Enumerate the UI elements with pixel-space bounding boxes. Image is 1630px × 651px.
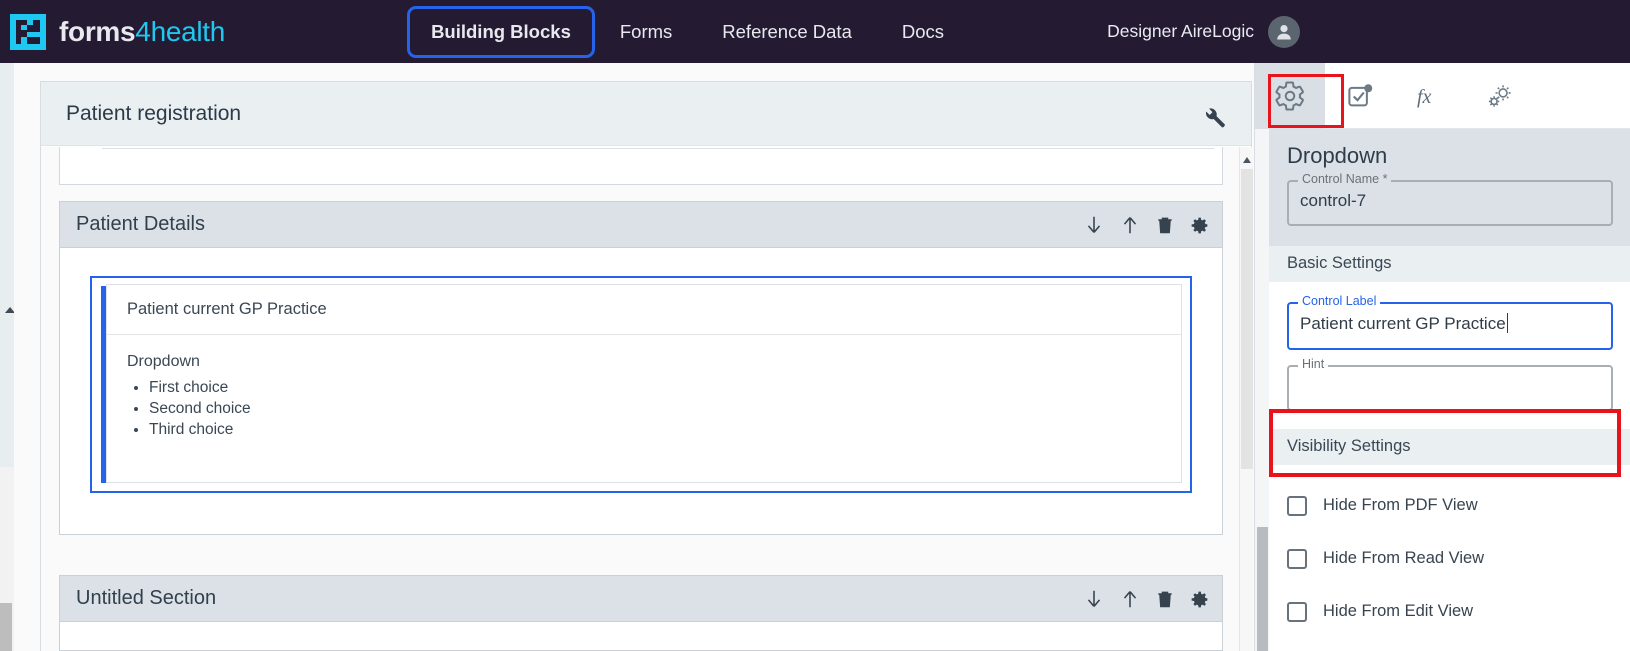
canvas-scrollbar[interactable]: [1239, 147, 1253, 651]
brand-wordmark: forms4health: [59, 16, 225, 48]
control-name-field[interactable]: Control Name * control-7: [1287, 172, 1613, 226]
text-cursor: [1506, 313, 1509, 333]
checkbox-hide-from-edit-view[interactable]: Hide From Edit View: [1269, 585, 1630, 638]
checkbox-label: Hide From Read View: [1323, 549, 1485, 567]
control-name-label: Control Name *: [1298, 172, 1392, 186]
delete-icon[interactable]: [1155, 214, 1175, 236]
checkbox-label: Hide From Edit View: [1323, 602, 1474, 620]
basic-settings-header: Basic Settings: [1269, 246, 1630, 282]
checkbox-hide-from-read-view[interactable]: Hide From Read View: [1269, 532, 1630, 585]
page-title: Patient registration: [66, 101, 242, 125]
control-preview-type: Dropdown: [127, 353, 200, 370]
settings-gear-icon[interactable]: [1189, 215, 1210, 236]
control-choice-list: First choice Second choice Third choice: [149, 377, 1181, 440]
section-title: Untitled Section: [76, 587, 217, 609]
delete-icon[interactable]: [1155, 588, 1175, 610]
control-preview: Patient current GP Practice Dropdown Fir…: [106, 284, 1182, 483]
control-label-value[interactable]: Patient current GP Practice: [1300, 313, 1509, 334]
form-card: Patient registration Patient Details Pat…: [40, 81, 1253, 651]
hint-box: [1287, 365, 1613, 411]
top-navigation-bar: forms4health Building Blocks Forms Refer…: [0, 0, 1630, 63]
move-down-icon[interactable]: [1083, 214, 1105, 236]
settings-gear-icon[interactable]: [1189, 589, 1210, 610]
move-down-icon[interactable]: [1083, 588, 1105, 610]
basic-settings-fields: Control Label Patient current GP Practic…: [1269, 282, 1630, 415]
move-up-icon[interactable]: [1119, 588, 1141, 610]
section-body: Patient current GP Practice Dropdown Fir…: [60, 248, 1222, 523]
panel-content: Dropdown Control Name * control-7 Basic …: [1269, 129, 1630, 638]
wrench-icon[interactable]: [1201, 104, 1227, 135]
move-up-icon[interactable]: [1119, 214, 1141, 236]
properties-gear-icon[interactable]: [1255, 62, 1325, 129]
validation-checkbox-icon[interactable]: [1325, 63, 1395, 129]
checkbox-label: Hide From PDF View: [1323, 496, 1478, 514]
panel-scroll-region: Dropdown Control Name * control-7 Basic …: [1255, 129, 1630, 651]
checkbox-hide-from-pdf-view[interactable]: Hide From PDF View: [1269, 479, 1630, 532]
form-canvas: Patient registration Patient Details Pat…: [14, 63, 1254, 651]
checkbox-icon[interactable]: [1287, 601, 1307, 622]
list-item: Second choice: [149, 398, 1181, 419]
nav-link-docs[interactable]: Docs: [877, 5, 969, 59]
section-title: Patient Details: [76, 213, 205, 235]
brand-word-forms: forms: [59, 15, 136, 47]
section-header: Untitled Section: [60, 576, 1222, 622]
hint-caption: Hint: [1298, 357, 1329, 371]
scroll-up-arrow-icon[interactable]: [1242, 151, 1252, 169]
list-item: First choice: [149, 377, 1181, 398]
canvas-scrollbar-thumb[interactable]: [1241, 169, 1253, 469]
advanced-cogs-icon[interactable]: [1465, 63, 1535, 129]
section-patient-details: Patient Details Patient current GP Pract…: [59, 201, 1223, 535]
panel-header-block: Dropdown Control Name * control-7: [1269, 129, 1630, 246]
control-name-value[interactable]: control-7: [1300, 191, 1366, 211]
section-action-icons: [1083, 576, 1210, 622]
nav-links: Building Blocks Forms Reference Data Doc…: [407, 5, 969, 59]
brand-word-4health: 4health: [135, 15, 226, 47]
user-menu[interactable]: Designer AireLogic: [1107, 0, 1300, 63]
user-avatar-icon[interactable]: [1268, 15, 1300, 48]
section-untitled: Untitled Section: [59, 575, 1223, 651]
visibility-settings-header: Visibility Settings: [1269, 429, 1630, 465]
hint-field[interactable]: Hint: [1287, 357, 1613, 411]
partial-section-card-above: [59, 147, 1223, 185]
control-label-field[interactable]: Control Label Patient current GP Practic…: [1287, 294, 1613, 350]
left-rail-scrollbar-thumb[interactable]: [0, 603, 12, 651]
app-root: forms4health Building Blocks Forms Refer…: [0, 0, 1630, 651]
control-label-row: Patient current GP Practice: [107, 285, 1181, 335]
control-label-caption: Control Label: [1298, 294, 1381, 308]
properties-panel: fx Dropdown Control Name * control-7 Bas…: [1254, 62, 1630, 651]
selected-control-wrapper[interactable]: Patient current GP Practice Dropdown Fir…: [90, 276, 1192, 493]
form-title-bar: Patient registration: [41, 82, 1251, 146]
control-preview-label: Patient current GP Practice: [127, 300, 327, 318]
section-action-icons: [1083, 202, 1210, 248]
nav-link-reference-data[interactable]: Reference Data: [697, 5, 877, 59]
list-item: Third choice: [149, 419, 1181, 440]
user-name-label: Designer AireLogic: [1107, 21, 1254, 41]
panel-tab-bar: fx: [1255, 62, 1630, 129]
forms4health-logo-icon: [8, 12, 48, 52]
formula-fx-icon[interactable]: fx: [1395, 63, 1465, 129]
nav-link-forms[interactable]: Forms: [595, 5, 697, 59]
brand-logo[interactable]: forms4health: [8, 12, 225, 52]
control-label-text: Patient current GP Practice: [1300, 314, 1506, 333]
nav-link-building-blocks[interactable]: Building Blocks: [407, 5, 595, 58]
checkbox-icon[interactable]: [1287, 495, 1307, 516]
panel-scrollbar[interactable]: [1255, 129, 1269, 651]
form-scroll-area: Patient Details Patient current GP Pract…: [41, 147, 1253, 651]
panel-heading: Dropdown: [1287, 143, 1388, 168]
checkbox-icon[interactable]: [1287, 548, 1307, 569]
section-header: Patient Details: [60, 202, 1222, 248]
svg-text:fx: fx: [1417, 86, 1432, 108]
panel-scrollbar-thumb[interactable]: [1257, 527, 1268, 651]
partial-control-outline: [102, 147, 1214, 149]
